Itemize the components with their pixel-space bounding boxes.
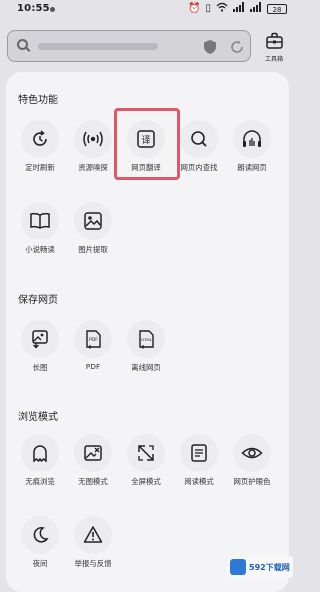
warning-icon	[74, 516, 112, 554]
novel-reading-item[interactable]: 小说畅读	[12, 202, 68, 262]
shield-icon[interactable]	[204, 39, 216, 58]
watermark: 592下载网	[227, 556, 293, 578]
wifi-icon	[216, 2, 228, 16]
eye-care-item[interactable]: 网页护眼色	[224, 434, 280, 494]
offline-page-item[interactable]: HTML 离线网页	[118, 320, 174, 380]
section-title-save-page: 保存网页	[18, 295, 58, 306]
long-image-item[interactable]: 长图	[12, 320, 68, 380]
status-icons: ⏰ ▯ 28	[188, 2, 287, 16]
read-aloud-item[interactable]: 朗读网页	[224, 120, 280, 180]
pdf-item[interactable]: PDF PDF	[65, 320, 121, 380]
night-mode-item[interactable]: 夜间	[12, 516, 68, 576]
address-bar[interactable]	[7, 30, 251, 62]
find-in-page-icon	[180, 120, 218, 158]
eye-icon	[233, 434, 271, 472]
no-image-icon	[74, 434, 112, 472]
alarm-icon: ⏰	[188, 3, 201, 14]
notification-dot-icon	[50, 7, 55, 12]
book-icon	[21, 202, 59, 240]
toolbox-icon	[266, 32, 283, 53]
ghost-icon	[21, 434, 59, 472]
refresh-icon[interactable]	[230, 39, 244, 58]
watermark-text: 592下载网	[249, 562, 290, 572]
sniff-icon	[74, 120, 112, 158]
vibrate-icon: ▯	[205, 3, 211, 14]
incognito-item[interactable]: 无痕浏览	[12, 434, 68, 494]
reading-mode-icon	[180, 434, 218, 472]
search-icon	[17, 39, 28, 50]
image-extract-icon	[74, 202, 112, 240]
fullscreen-icon	[127, 434, 165, 472]
watermark-logo-icon	[230, 559, 246, 575]
offline-html-icon: HTML	[127, 320, 165, 358]
image-extract-item[interactable]: 图片提取	[65, 202, 121, 262]
battery-icon: 28	[267, 4, 287, 14]
fullscreen-item[interactable]: 全屏模式	[118, 434, 174, 494]
signal-icon-2	[250, 2, 262, 16]
reading-mode-item[interactable]: 阅读模式	[171, 434, 227, 494]
pdf-icon: PDF	[74, 320, 112, 358]
timer-refresh-icon	[21, 120, 59, 158]
no-image-item[interactable]: 无图模式	[65, 434, 121, 494]
toolbox-button[interactable]: 工具箱	[259, 30, 289, 64]
svg-text:HTML: HTML	[141, 337, 152, 342]
moon-icon	[21, 516, 59, 554]
sniff-item[interactable]: 资源嗅探	[65, 120, 121, 180]
timer-refresh-item[interactable]: 定时刷新	[12, 120, 68, 180]
report-feedback-item[interactable]: 举报与反馈	[65, 516, 121, 576]
status-time: 10:55	[17, 3, 50, 14]
svg-text:PDF: PDF	[89, 337, 98, 343]
toolbox-label: 工具箱	[264, 56, 283, 63]
signal-icon	[233, 2, 245, 16]
status-bar: 10:55 ⏰ ▯ 28	[0, 0, 295, 20]
section-title-browse-mode: 浏览模式	[18, 412, 58, 423]
translate-highlight-box	[114, 108, 180, 180]
section-title-features: 特色功能	[18, 95, 58, 106]
address-text-blurred	[38, 43, 158, 50]
headphones-icon	[233, 120, 271, 158]
long-image-icon	[21, 320, 59, 358]
